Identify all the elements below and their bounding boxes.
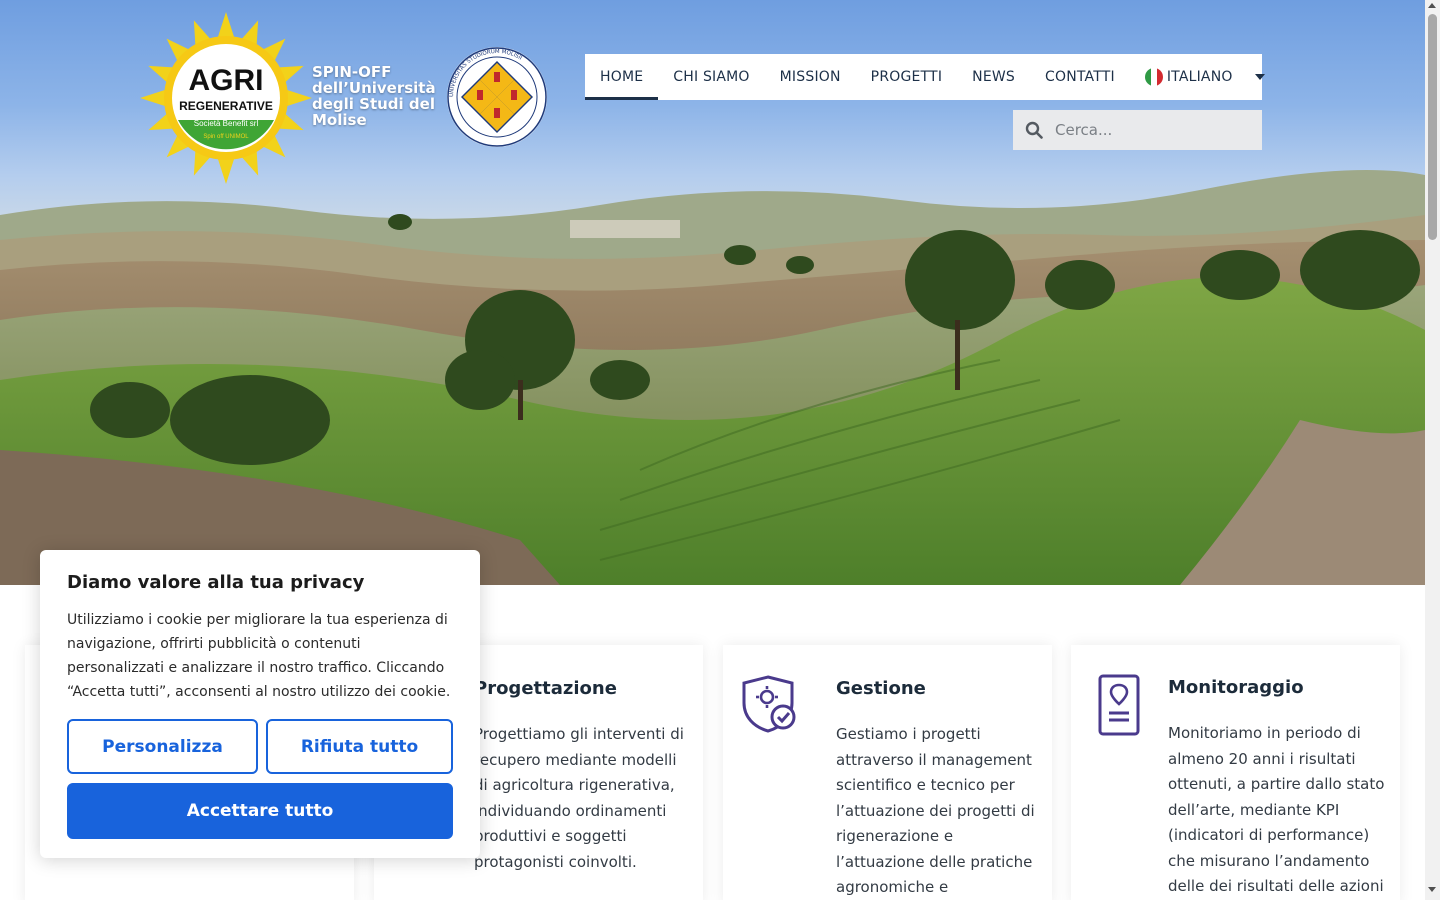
page: AGRI REGENERATIVE Società Benefit srl Sp…: [0, 0, 1440, 900]
scroll-up-icon[interactable]: [1428, 3, 1436, 8]
card-title: Monitoraggio: [1168, 677, 1304, 698]
spinoff-caption: SPIN-OFF dell’Università degli Studi del…: [312, 63, 436, 129]
logo-text-regenerative: REGENERATIVE: [179, 99, 273, 113]
page-scrollbar[interactable]: [1425, 0, 1440, 900]
cookie-title: Diamo valore alla tua privacy: [67, 572, 365, 593]
search-input[interactable]: [1055, 121, 1245, 139]
nav-item-home[interactable]: HOME: [585, 54, 659, 100]
report-pin-icon: [1098, 674, 1140, 736]
logo-text-spinoff: Spin off UNIMOL: [203, 134, 249, 140]
italy-flag-icon: [1144, 68, 1163, 86]
university-seal-logo[interactable]: UNIVERSITAS STUDIORUM MOLISII: [446, 46, 548, 148]
accept-all-button[interactable]: Accettare tutto: [67, 783, 453, 839]
card-gestione: Gestione Gestiamo i progetti attraverso …: [723, 645, 1052, 900]
nav-item-mission[interactable]: MISSION: [765, 54, 856, 100]
search-box: [1013, 110, 1262, 150]
card-title: Gestione: [836, 678, 926, 699]
nav-item-chi-siamo[interactable]: CHI SIAMO: [658, 54, 764, 100]
card-text: Gestiamo i progetti attraverso il manage…: [836, 725, 1035, 896]
agri-regenerative-logo[interactable]: AGRI REGENERATIVE Società Benefit srl Sp…: [140, 12, 312, 184]
nav-item-progetti[interactable]: PROGETTI: [856, 54, 957, 100]
main-navigation: HOME CHI SIAMO MISSION PROGETTI NEWS CON…: [585, 54, 1265, 100]
cookie-text: Utilizziamo i cookie per migliorare la t…: [67, 612, 451, 700]
card-monitoraggio: Monitoraggio Monitoriamo in periodo di a…: [1071, 645, 1400, 900]
scroll-down-icon[interactable]: [1428, 887, 1436, 892]
card-text: Monitoriamo in periodo di almeno 20 anni…: [1168, 724, 1385, 895]
hero-landscape-image: AGRI REGENERATIVE Società Benefit srl Sp…: [0, 0, 1425, 585]
card-title: Progettazione: [474, 678, 617, 699]
cookie-consent-banner: Diamo valore alla tua privacy Utilizziam…: [40, 550, 480, 858]
reject-all-button[interactable]: Rifiuta tutto: [266, 719, 453, 774]
nav-item-contatti[interactable]: CONTATTI: [1030, 54, 1130, 100]
logo-text-agri: AGRI: [189, 64, 264, 97]
language-label: ITALIANO: [1166, 69, 1233, 85]
logo-text-societa: Società Benefit srl: [194, 119, 259, 128]
search-icon[interactable]: [1025, 121, 1043, 139]
nav-item-news[interactable]: NEWS: [957, 54, 1030, 100]
language-selector[interactable]: ITALIANO: [1130, 54, 1280, 100]
chevron-down-icon: [1254, 74, 1265, 80]
customize-button[interactable]: Personalizza: [67, 719, 258, 774]
card-text: Progettiamo gli interventi di recupero m…: [474, 725, 684, 871]
shield-check-icon: [742, 675, 796, 733]
scroll-thumb[interactable]: [1428, 14, 1437, 240]
